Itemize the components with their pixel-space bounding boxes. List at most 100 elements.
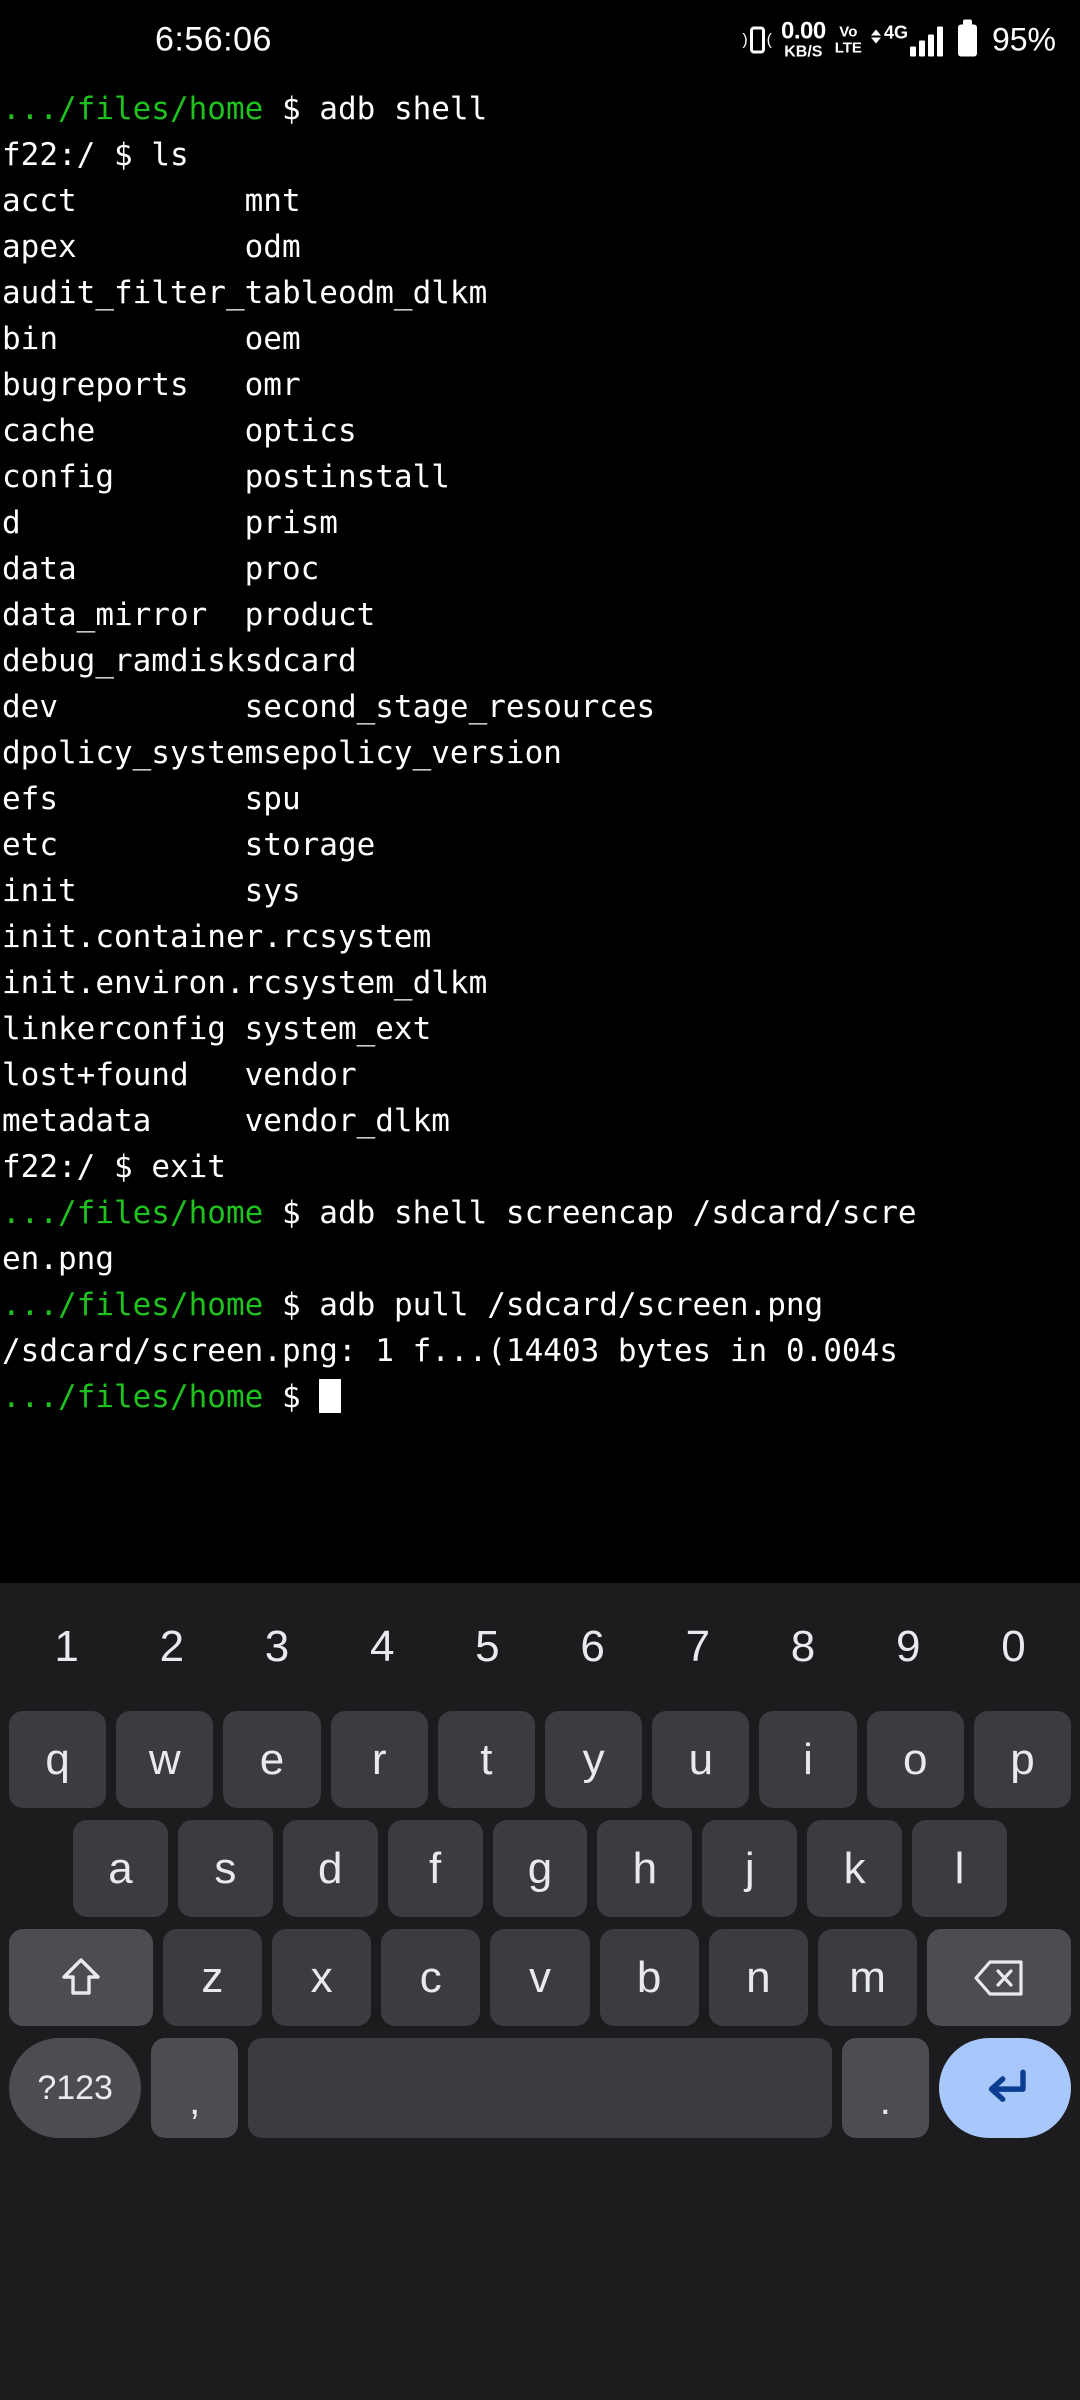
letter-key-n[interactable]: n xyxy=(708,1929,808,2026)
terminal-output[interactable]: .../files/home $ adb shell f22:/ $ ls acct… xyxy=(0,86,1080,1583)
letter-key-a[interactable]: a xyxy=(73,1820,168,1917)
battery-percent: 95% xyxy=(991,21,1056,58)
number-key-7[interactable]: 7 xyxy=(645,1583,750,1711)
number-key-2[interactable]: 2 xyxy=(119,1583,224,1711)
letter-key-o[interactable]: o xyxy=(866,1711,964,1808)
terminal-cursor xyxy=(319,1379,342,1413)
letter-key-b[interactable]: b xyxy=(599,1929,699,2026)
terminal-listing-entry: init.environ.rcsystem_dlkm xyxy=(2,965,488,1001)
terminal-line: apex odm xyxy=(0,224,1080,270)
letter-key-c[interactable]: c xyxy=(381,1929,481,2026)
symbols-key[interactable]: ?123 xyxy=(9,2038,142,2138)
keyboard-row-asdf[interactable]: asdfghjkl xyxy=(0,1820,1080,1917)
letter-key-w[interactable]: w xyxy=(116,1711,214,1808)
letter-key-u[interactable]: u xyxy=(652,1711,750,1808)
arrow-up-icon xyxy=(870,29,881,36)
letter-key-d[interactable]: d xyxy=(282,1820,378,1917)
comma-key[interactable]: , xyxy=(151,2038,238,2138)
keyboard-row-zxcv[interactable]: zxcvbnm xyxy=(0,1929,1080,2026)
terminal-line: .../files/home $ xyxy=(0,1374,1080,1420)
shift-arrow-icon xyxy=(62,1957,100,1995)
terminal-device-prompt: f22:/ xyxy=(2,137,96,173)
vibrate-wave-left: ) xyxy=(742,31,748,48)
terminal-command-text: $ ls xyxy=(95,137,189,173)
space-key[interactable] xyxy=(248,2038,832,2138)
letter-key-f[interactable]: f xyxy=(387,1820,483,1917)
backspace-key[interactable] xyxy=(927,1929,1071,2026)
terminal-path-prompt: .../files/home xyxy=(2,1287,264,1323)
shift-key[interactable] xyxy=(9,1929,153,2026)
enter-key[interactable] xyxy=(938,2038,1071,2138)
number-key-5[interactable]: 5 xyxy=(435,1583,540,1711)
letter-key-i[interactable]: i xyxy=(759,1711,857,1808)
battery-icon xyxy=(957,19,977,56)
keyboard-number-row[interactable]: 1234567890 xyxy=(0,1583,1080,1711)
terminal-listing-entry: data_mirror product xyxy=(2,597,376,633)
letter-key-z[interactable]: z xyxy=(162,1929,263,2026)
letter-key-y[interactable]: y xyxy=(545,1711,643,1808)
letter-key-t[interactable]: t xyxy=(437,1711,536,1808)
number-key-9[interactable]: 9 xyxy=(856,1583,961,1711)
number-key-0[interactable]: 0 xyxy=(961,1583,1066,1711)
terminal-line: .../files/home $ adb shell xyxy=(0,86,1080,132)
terminal-line: /sdcard/screen.png: 1 f...(14403 bytes i… xyxy=(0,1328,1080,1374)
backspace-icon xyxy=(974,1959,1023,1996)
number-key-3[interactable]: 3 xyxy=(224,1583,329,1711)
letter-key-e[interactable]: e xyxy=(223,1711,321,1808)
terminal-command-text: $ adb shell screencap /sdcard/scre xyxy=(263,1195,917,1231)
terminal-command-text: $ adb shell xyxy=(263,91,488,127)
signal-strength-bars xyxy=(909,26,943,57)
terminal-path-prompt: .../files/home xyxy=(2,91,264,127)
vibrate-body xyxy=(749,26,765,54)
terminal-line: bin oem xyxy=(0,316,1080,362)
terminal-line: cache optics xyxy=(0,408,1080,454)
letter-key-r[interactable]: r xyxy=(330,1711,428,1808)
terminal-line: lost+found vendor xyxy=(0,1052,1080,1098)
letter-key-p[interactable]: p xyxy=(973,1711,1072,1808)
period-key[interactable]: . xyxy=(842,2038,929,2138)
keyboard-row-qwerty[interactable]: qwertyuiop xyxy=(0,1711,1080,1808)
keyboard-bottom-row[interactable]: ?123 , . xyxy=(0,2038,1080,2148)
terminal-listing-entry: apex odm xyxy=(2,229,301,265)
letter-key-l[interactable]: l xyxy=(912,1820,1008,1917)
letter-key-g[interactable]: g xyxy=(492,1820,588,1917)
vibrate-icon: ) ( xyxy=(742,26,772,54)
terminal-line: acct mnt xyxy=(0,178,1080,224)
letter-key-k[interactable]: k xyxy=(807,1820,903,1917)
terminal-listing-entry: linkerconfig system_ext xyxy=(2,1011,432,1047)
data-transfer-arrows-icon xyxy=(870,29,881,44)
letter-key-h[interactable]: h xyxy=(597,1820,693,1917)
letter-key-s[interactable]: s xyxy=(177,1820,273,1917)
terminal-listing-entry: dpolicy_systemsepolicy_version xyxy=(2,735,562,771)
terminal-listing-entry: debug_ramdisksdcard xyxy=(2,643,357,679)
letter-key-j[interactable]: j xyxy=(702,1820,798,1917)
status-icons: ) ( 0.00 KB/S Vo LTE 4G 95% xyxy=(742,19,1056,61)
network-speed-indicator: 0.00 KB/S xyxy=(781,19,826,61)
terminal-line: init.container.rcsystem xyxy=(0,914,1080,960)
terminal-output-text: en.png xyxy=(2,1241,114,1277)
letter-key-x[interactable]: x xyxy=(272,1929,372,2026)
letter-key-v[interactable]: v xyxy=(490,1929,590,2026)
terminal-line: efs spu xyxy=(0,776,1080,822)
terminal-line: audit_filter_tableodm_dlkm xyxy=(0,270,1080,316)
terminal-listing-entry: d prism xyxy=(2,505,338,541)
terminal-line: debug_ramdisksdcard xyxy=(0,638,1080,684)
terminal-line: config postinstall xyxy=(0,454,1080,500)
letter-key-q[interactable]: q xyxy=(9,1711,107,1808)
terminal-command-text: $ xyxy=(263,1379,320,1415)
status-clock: 6:56:06 xyxy=(155,20,272,59)
terminal-listing-entry: bin oem xyxy=(2,321,301,357)
number-key-6[interactable]: 6 xyxy=(540,1583,645,1711)
terminal-line: linkerconfig system_ext xyxy=(0,1006,1080,1052)
volte-top: Vo xyxy=(839,23,858,41)
number-key-8[interactable]: 8 xyxy=(750,1583,855,1711)
on-screen-keyboard[interactable]: 1234567890 qwertyuiop asdfghjkl zxcvbnm … xyxy=(0,1583,1080,2400)
arrow-down-icon xyxy=(870,37,881,44)
number-key-4[interactable]: 4 xyxy=(330,1583,435,1711)
terminal-listing-entry: metadata vendor_dlkm xyxy=(2,1103,450,1139)
letter-key-m[interactable]: m xyxy=(817,1929,918,2026)
number-key-1[interactable]: 1 xyxy=(14,1583,119,1711)
terminal-line: dpolicy_systemsepolicy_version xyxy=(0,730,1080,776)
terminal-listing-entry: cache optics xyxy=(2,413,357,449)
terminal-line: init.environ.rcsystem_dlkm xyxy=(0,960,1080,1006)
